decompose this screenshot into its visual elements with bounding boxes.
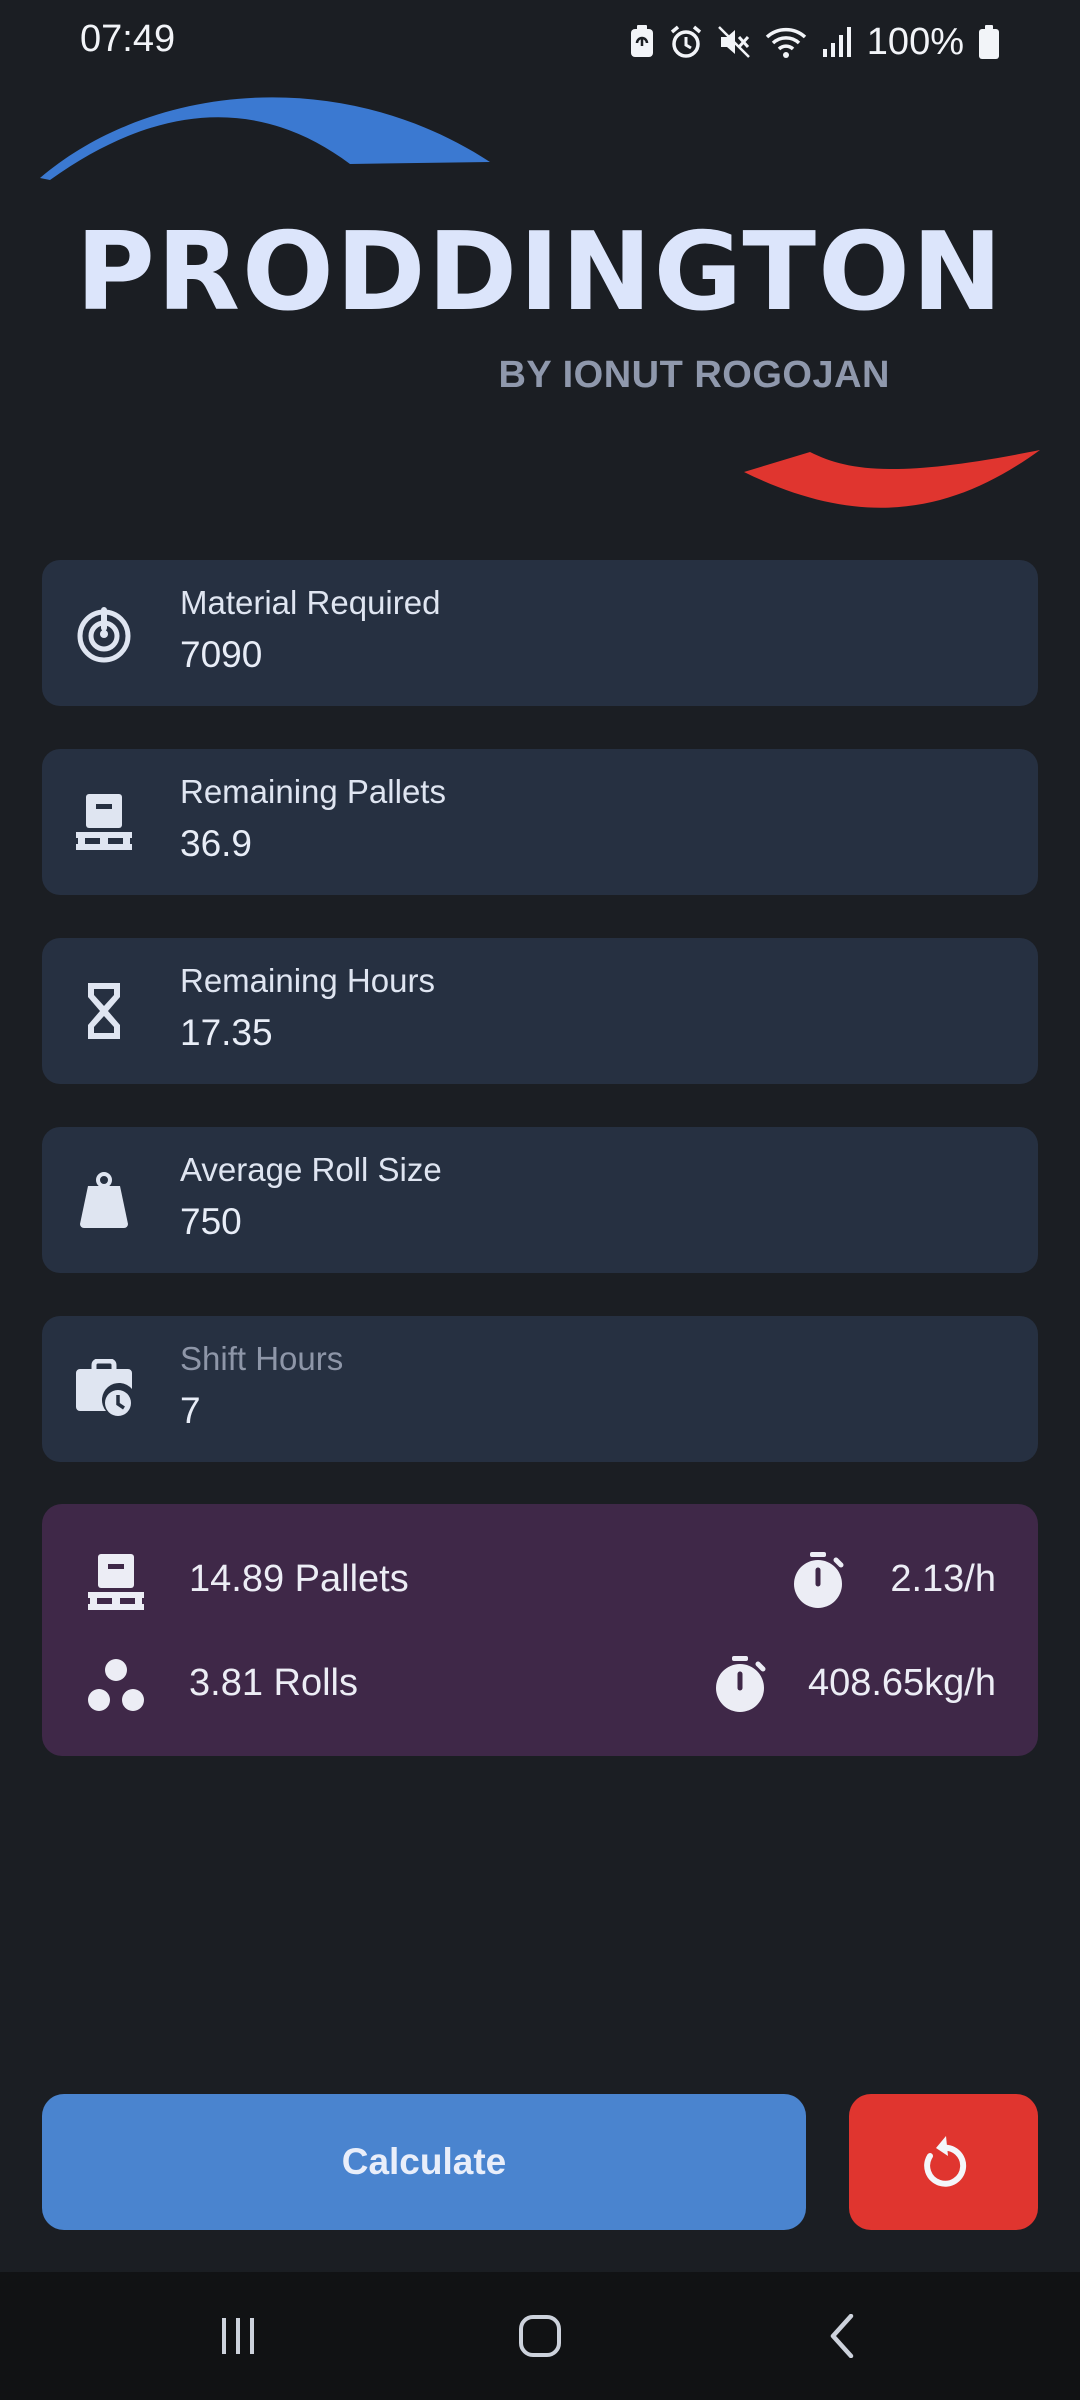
battery-percent: 100% — [866, 20, 964, 63]
recents-icon — [222, 2318, 254, 2354]
shift-hours-field[interactable]: Shift Hours 7 — [42, 1316, 1038, 1462]
target-icon — [77, 607, 131, 663]
recents-button[interactable] — [158, 2272, 318, 2400]
field-value[interactable]: 7090 — [180, 634, 262, 676]
stopwatch-icon — [716, 1656, 766, 1712]
field-label: Average Roll Size — [180, 1151, 442, 1188]
field-value[interactable]: 750 — [180, 1201, 242, 1243]
calculate-button[interactable]: Calculate — [42, 2094, 806, 2230]
rolls-icon — [88, 1659, 144, 1711]
home-icon — [519, 2315, 561, 2357]
reset-button[interactable] — [849, 2094, 1038, 2230]
back-icon — [830, 2314, 854, 2358]
signal-icon — [821, 25, 853, 59]
mute-icon — [717, 25, 751, 59]
result-weight-rate: 408.65kg/h — [807, 1662, 996, 1704]
battery-icon — [978, 24, 1000, 60]
result-rolls: 3.81 Rolls — [189, 1662, 358, 1704]
alarm-icon — [669, 25, 703, 59]
pallet-icon — [88, 1554, 144, 1610]
stopwatch-icon — [794, 1552, 844, 1608]
status-bar: 07:49 100% — [0, 0, 1080, 84]
field-label: Material Required — [180, 584, 441, 621]
weight-icon — [80, 1172, 128, 1228]
remaining-hours-field[interactable]: Remaining Hours 17.35 — [42, 938, 1038, 1084]
field-value[interactable]: 36.9 — [180, 823, 252, 865]
battery-saver-icon — [629, 25, 655, 59]
result-pallets-rate: 2.13/h — [890, 1558, 996, 1600]
red-arc-decoration — [744, 450, 1040, 508]
status-time: 07:49 — [80, 18, 176, 60]
hourglass-icon — [88, 983, 120, 1039]
app-title: PRODDINGTON — [75, 210, 1005, 335]
status-icons: 100% — [629, 20, 1000, 64]
results-card: 14.89 Pallets 2.13/h 3.81 Rolls 408.65kg… — [42, 1504, 1038, 1756]
field-value[interactable]: 7 — [180, 1390, 201, 1432]
work-history-icon — [76, 1359, 132, 1416]
field-value[interactable]: 17.35 — [180, 1012, 273, 1054]
home-button[interactable] — [460, 2272, 620, 2400]
result-pallets: 14.89 Pallets — [189, 1558, 409, 1600]
wifi-icon — [765, 25, 807, 59]
field-label: Shift Hours — [180, 1340, 344, 1377]
average-roll-size-field[interactable]: Average Roll Size 750 — [42, 1127, 1038, 1273]
reset-icon — [923, 2136, 966, 2187]
field-label: Remaining Hours — [180, 962, 435, 999]
field-label: Remaining Pallets — [180, 773, 446, 810]
blue-arc-decoration — [40, 97, 490, 180]
back-button[interactable] — [762, 2272, 922, 2400]
pallet-icon — [76, 794, 132, 850]
remaining-pallets-field[interactable]: Remaining Pallets 36.9 — [42, 749, 1038, 895]
material-required-field[interactable]: Material Required 7090 — [42, 560, 1038, 706]
app-subtitle: BY IONUT ROGOJAN — [498, 354, 890, 396]
system-nav-bar — [0, 2272, 1080, 2400]
